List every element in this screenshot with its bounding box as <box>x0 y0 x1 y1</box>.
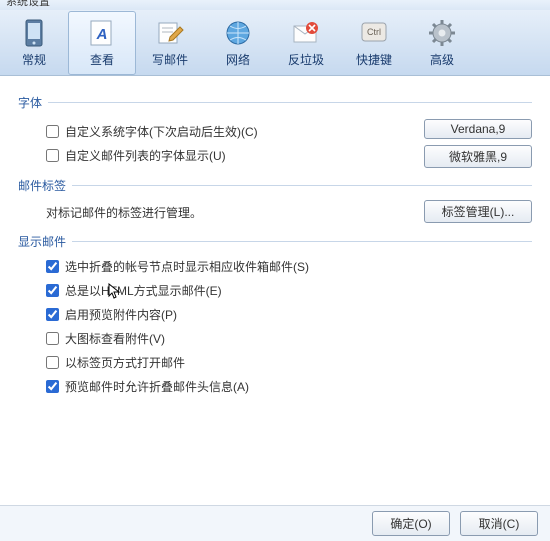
tab-compose[interactable]: 写邮件 <box>136 10 204 76</box>
tab-advanced[interactable]: 高级 <box>408 10 476 76</box>
checkbox-custom-system-font[interactable] <box>46 125 59 138</box>
tab-general[interactable]: 常规 <box>0 10 68 76</box>
section-display-header: 显示邮件 <box>18 233 532 250</box>
section-tags-header: 邮件标签 <box>18 177 532 194</box>
divider <box>48 102 532 103</box>
tab-view[interactable]: A 查看 <box>68 11 136 75</box>
font-button-system[interactable]: Verdana,9 <box>424 119 532 139</box>
label-collapsed-account[interactable]: 选中折叠的帐号节点时显示相应收件箱邮件(S) <box>65 258 309 275</box>
tags-note: 对标记邮件的标签进行管理。 <box>46 204 418 221</box>
tab-network[interactable]: 网络 <box>204 10 272 76</box>
manage-tags-button[interactable]: 标签管理(L)... <box>424 200 532 223</box>
checkbox-preview-attach[interactable] <box>46 308 59 321</box>
button-bar: 确定(O) 取消(C) <box>0 505 550 541</box>
checkbox-collapsed-account[interactable] <box>46 260 59 273</box>
divider <box>72 185 532 186</box>
ok-button[interactable]: 确定(O) <box>372 511 450 536</box>
section-font-header: 字体 <box>18 94 532 111</box>
label-preview-attach[interactable]: 启用预览附件内容(P) <box>65 306 177 323</box>
svg-text:A: A <box>96 26 108 43</box>
gear-icon <box>427 18 457 48</box>
label-tab-open[interactable]: 以标签页方式打开邮件 <box>65 354 185 371</box>
content-area: 字体 自定义系统字体(下次启动后生效)(C) 自定义邮件列表的字体显示(U) V… <box>0 76 550 396</box>
tab-label: 查看 <box>90 51 114 68</box>
ctrl-key-icon: Ctrl <box>359 18 389 48</box>
label-custom-list-font[interactable]: 自定义邮件列表的字体显示(U) <box>65 147 226 164</box>
cancel-button[interactable]: 取消(C) <box>460 511 538 536</box>
section-title: 字体 <box>18 94 42 111</box>
checkbox-html-display[interactable] <box>46 284 59 297</box>
title-bar: 系统设置 <box>0 0 550 10</box>
checkbox-custom-list-font[interactable] <box>46 149 59 162</box>
tab-label: 写邮件 <box>152 51 188 68</box>
divider <box>72 241 532 242</box>
toolbar: 常规 A 查看 写邮件 网络 反垃圾 Ctrl 快捷键 高级 <box>0 10 550 76</box>
checkbox-tab-open[interactable] <box>46 356 59 369</box>
tab-label: 网络 <box>226 51 250 68</box>
document-a-icon: A <box>87 18 117 48</box>
window-title: 系统设置 <box>6 0 50 9</box>
font-button-list[interactable]: 微软雅黑,9 <box>424 145 532 168</box>
section-title: 显示邮件 <box>18 233 66 250</box>
label-html-display[interactable]: 总是以HTML方式显示邮件(E) <box>65 282 222 299</box>
tab-label: 反垃圾 <box>288 51 324 68</box>
spam-icon <box>291 18 321 48</box>
row-custom-system-font: 自定义系统字体(下次启动后生效)(C) <box>46 121 418 141</box>
checkbox-fold-header[interactable] <box>46 380 59 393</box>
phone-icon <box>19 18 49 48</box>
checkbox-large-icon[interactable] <box>46 332 59 345</box>
section-title: 邮件标签 <box>18 177 66 194</box>
tab-label: 常规 <box>22 51 46 68</box>
label-fold-header[interactable]: 预览邮件时允许折叠邮件头信息(A) <box>65 378 249 395</box>
tab-shortcut[interactable]: Ctrl 快捷键 <box>340 10 408 76</box>
tab-label: 高级 <box>430 51 454 68</box>
label-custom-system-font[interactable]: 自定义系统字体(下次启动后生效)(C) <box>65 123 258 140</box>
svg-text:Ctrl: Ctrl <box>367 27 381 37</box>
tab-antispam[interactable]: 反垃圾 <box>272 10 340 76</box>
compose-icon <box>155 18 185 48</box>
globe-icon <box>223 18 253 48</box>
tab-label: 快捷键 <box>356 51 392 68</box>
label-large-icon[interactable]: 大图标查看附件(V) <box>65 330 165 347</box>
row-custom-list-font: 自定义邮件列表的字体显示(U) <box>46 145 418 165</box>
